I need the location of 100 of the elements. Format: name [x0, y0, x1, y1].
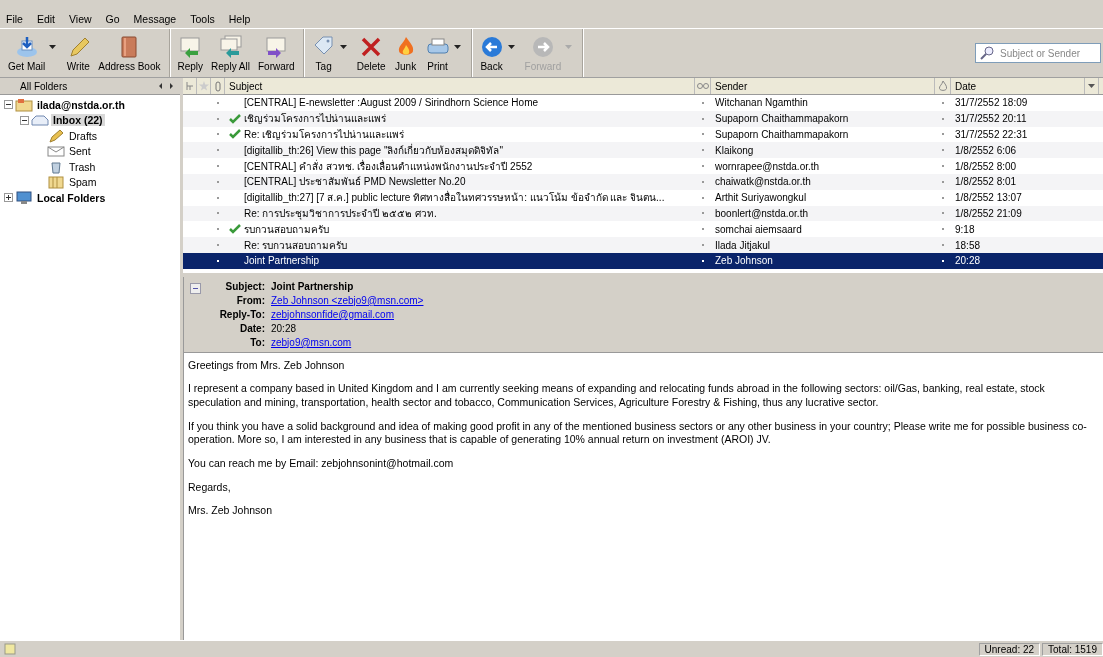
message-subject: เชิญร่วมโครงการไปน่านและแพร่: [244, 112, 386, 127]
toolbar-button[interactable]: Write: [62, 31, 95, 75]
message-date: 31/7/2552 20:11: [955, 113, 1027, 125]
message-paragraph: I represent a company based in United Kingdom and I am currently seeking means of expanding and relocating funds abroad in the following sectors: oil/Gas, banking, real estate, stock speculation and mining, transportation, health sector and tobacco, Communication Services, Agriculture Forestry & Fishing, thus any lucrative sector.: [188, 382, 1046, 410]
dropdown-caret-icon[interactable]: [507, 45, 515, 49]
dropdown-caret-icon[interactable]: [339, 45, 347, 49]
message-date: 1/8/2552 8:01: [955, 176, 1017, 188]
search-field[interactable]: Subject or Sender: [975, 43, 1101, 63]
message-sender: Supaporn Chaithammapakorn: [715, 113, 849, 125]
header-label: Date:: [239, 322, 265, 334]
reply-icon: [178, 34, 203, 59]
menu-item[interactable]: Tools: [190, 12, 215, 25]
message-paragraph: Mrs. Zeb Johnson: [188, 504, 274, 518]
reply-all-icon: [218, 34, 243, 59]
message-date: 1/8/2552 13:07: [955, 192, 1022, 204]
message-row[interactable]: Re: การประชุมวิชาการประจำปี ๒๕๕๒ ศวท. boonlert@nstda.or.th 1/8/2552 21:09: [183, 205, 1103, 222]
download-icon: [14, 34, 39, 59]
pane-arrows-icon[interactable]: [158, 83, 174, 89]
message-date: 31/7/2552 22:31: [955, 129, 1028, 140]
menu-item[interactable]: Message: [133, 12, 177, 25]
email-link[interactable]: Zeb Johnson <zebjo9@msn.com>: [271, 294, 424, 306]
message-subject: [digitallib_th:26] View this page "ลิงก์เกี่ยวกับห้องสมุดดิจิทัล": [244, 142, 503, 158]
toolbar-button[interactable]: Junk: [389, 31, 422, 75]
expander-icon[interactable]: [20, 115, 29, 125]
message-subject: [digitallib_th:27] [7 ส.ค.] public lecture ทิศทางสื่อในทศวรรษหน้า: แนวโน้ม ข้อจำกัด และ จินตน...: [244, 190, 665, 206]
email-link[interactable]: zebjohnsonfide@gmail.com: [271, 308, 394, 320]
message-date: 9:18: [955, 223, 975, 235]
message-subject: [CENTRAL] คำสั่ง สวทช. เรื่องเลื่อนตำแหน่งพนักงานประจำปี 2552: [244, 158, 533, 174]
message-row[interactable]: Re: รบกวนสอบถามครับ Ilada Jitjakul 18:58: [183, 237, 1103, 253]
message-sender: Klaikong: [715, 144, 754, 156]
forward-icon: [264, 34, 289, 59]
email-link[interactable]: zebjo9@msn.com: [271, 336, 352, 348]
header-value: 20:28: [271, 322, 297, 334]
expander-icon[interactable]: [4, 100, 13, 110]
message-paragraph: Regards,: [188, 480, 232, 495]
column-header[interactable]: Subject: [225, 78, 695, 94]
message-date: 18:58: [955, 239, 981, 251]
message-date: 20:28: [955, 255, 981, 267]
message-row[interactable]: [digitallib_th:26] View this page "ลิงก์เกี่ยวกับห้องสมุดดิจิทัล" Klaikong 1/8/2552 6:06: [183, 142, 1103, 159]
message-sender: Ilada Jitjakul: [715, 239, 771, 251]
folder-item[interactable]: ilada@nstda.or.th: [35, 98, 127, 111]
message-row[interactable]: [CENTRAL] ประชาสัมพันธ์ PMD Newsletter No.20 chaiwatk@nstda.or.th 1/8/2552 8:01: [183, 174, 1103, 190]
message-sender: boonlert@nstda.or.th: [715, 207, 808, 219]
message-subject: Re: รบกวนสอบถามครับ: [244, 238, 348, 253]
message-subject: Re: เชิญร่วมโครงการไปน่านและแพร่: [244, 128, 405, 142]
menu-item[interactable]: Help: [228, 12, 251, 25]
toolbar-button[interactable]: Forward: [254, 31, 299, 75]
dropdown-caret-icon[interactable]: [49, 45, 57, 49]
toolbar-button[interactable]: Tag: [307, 31, 340, 75]
message-sender: Witchanan Ngamthin: [715, 97, 808, 109]
message-row[interactable]: รบกวนสอบถามครับ somchai aiemsaard 9:18: [183, 221, 1103, 238]
toolbar-button[interactable]: Print: [421, 31, 454, 75]
folder-item[interactable]: Trash: [67, 160, 98, 173]
message-sender: Arthit Suriyawongkul: [715, 192, 807, 204]
toolbar-button[interactable]: Address Book: [94, 31, 165, 75]
column-header[interactable]: Date: [951, 78, 1085, 94]
message-sender: Zeb Johnson: [715, 255, 773, 267]
message-subject: [CENTRAL] E-newsletter :August 2009 / Sirindhorn Science Home: [244, 97, 539, 109]
menu-item[interactable]: File: [6, 12, 23, 25]
message-date: 1/8/2552 6:06: [955, 144, 1017, 156]
toolbar-button[interactable]: Reply All: [207, 31, 254, 75]
message-paragraph: If you think you have a solid background and idea of making good profit in any of the mentioned business sectors or any other business in your country; Please write me for possible business co-operation. More so, I am interested in any business that is capable of generating 10% annual return on investment (AROI) JV.: [188, 419, 1088, 447]
message-subject: รบกวนสอบถามครับ: [244, 222, 329, 237]
header-label: Reply-To:: [218, 308, 265, 320]
folder-item[interactable]: Drafts: [67, 129, 99, 142]
folder-item[interactable]: Sent: [67, 145, 93, 158]
back-icon: [479, 34, 504, 59]
folder-item[interactable]: Local Folders: [35, 191, 108, 204]
junk-status-icon[interactable]: [937, 81, 948, 91]
message-row[interactable]: [CENTRAL] คำสั่ง สวทช. เรื่องเลื่อนตำแหน่งพนักงานประจำปี 2552 wornrapee@nstda.or.th 1/8/2552 8:00: [183, 158, 1103, 174]
message-date: 1/8/2552 8:00: [955, 160, 1017, 172]
header-label: To:: [249, 336, 265, 348]
expander-icon[interactable]: [4, 193, 13, 203]
column-header[interactable]: Sender: [711, 78, 935, 94]
menu-item[interactable]: View: [69, 12, 92, 25]
folder-item[interactable]: Spam: [67, 176, 99, 189]
sort-caret-icon[interactable]: [1088, 84, 1095, 88]
toolbar-button[interactable]: Delete: [352, 31, 390, 75]
message-row[interactable]: Re: เชิญร่วมโครงการไปน่านและแพร่ Supaporn Chaithammapakorn 31/7/2552 22:31: [183, 126, 1103, 143]
total-count: Total: 1519: [1042, 642, 1103, 656]
message-subject: Joint Partnership: [244, 255, 320, 267]
message-row[interactable]: เชิญร่วมโครงการไปน่านและแพร่ Supaporn Chaithammapakorn 31/7/2552 20:11: [183, 110, 1103, 127]
collapse-icon[interactable]: [190, 282, 201, 294]
toolbar-button[interactable]: Back: [475, 31, 508, 75]
message-row[interactable]: [digitallib_th:27] [7 ส.ค.] public lecture ทิศทางสื่อในทศวรรษหน้า: แนวโน้ม ข้อจำกัด และ จินตน... Arthit Suriyawongkul 1/8/2552 13:07: [183, 189, 1103, 206]
header-value: Joint Partnership: [271, 280, 354, 292]
menu-item[interactable]: Edit: [36, 12, 55, 25]
header-label: Subject:: [224, 280, 265, 292]
message-sender: somchai aiemsaard: [715, 223, 802, 235]
toolbar-button[interactable]: Reply: [173, 31, 208, 75]
dropdown-caret-icon[interactable]: [453, 45, 461, 49]
message-paragraph: You can reach me by Email: zebjohnsonint@hotmail.com: [188, 456, 455, 471]
menu-item[interactable]: Go: [105, 12, 120, 25]
message-row[interactable]: [CENTRAL] E-newsletter :August 2009 / Sirindhorn Science Home Witchanan Ngamthin 31/7/2552 18:09: [183, 95, 1103, 111]
header-label: From:: [235, 294, 265, 306]
toolbar-button[interactable]: Get Mail: [4, 31, 50, 75]
status-icon: [4, 643, 16, 655]
star-icon[interactable]: [198, 81, 209, 91]
message-paragraph: Greetings from Mrs. Zeb Johnson: [188, 358, 346, 373]
folder-item[interactable]: Inbox (22): [51, 114, 105, 127]
